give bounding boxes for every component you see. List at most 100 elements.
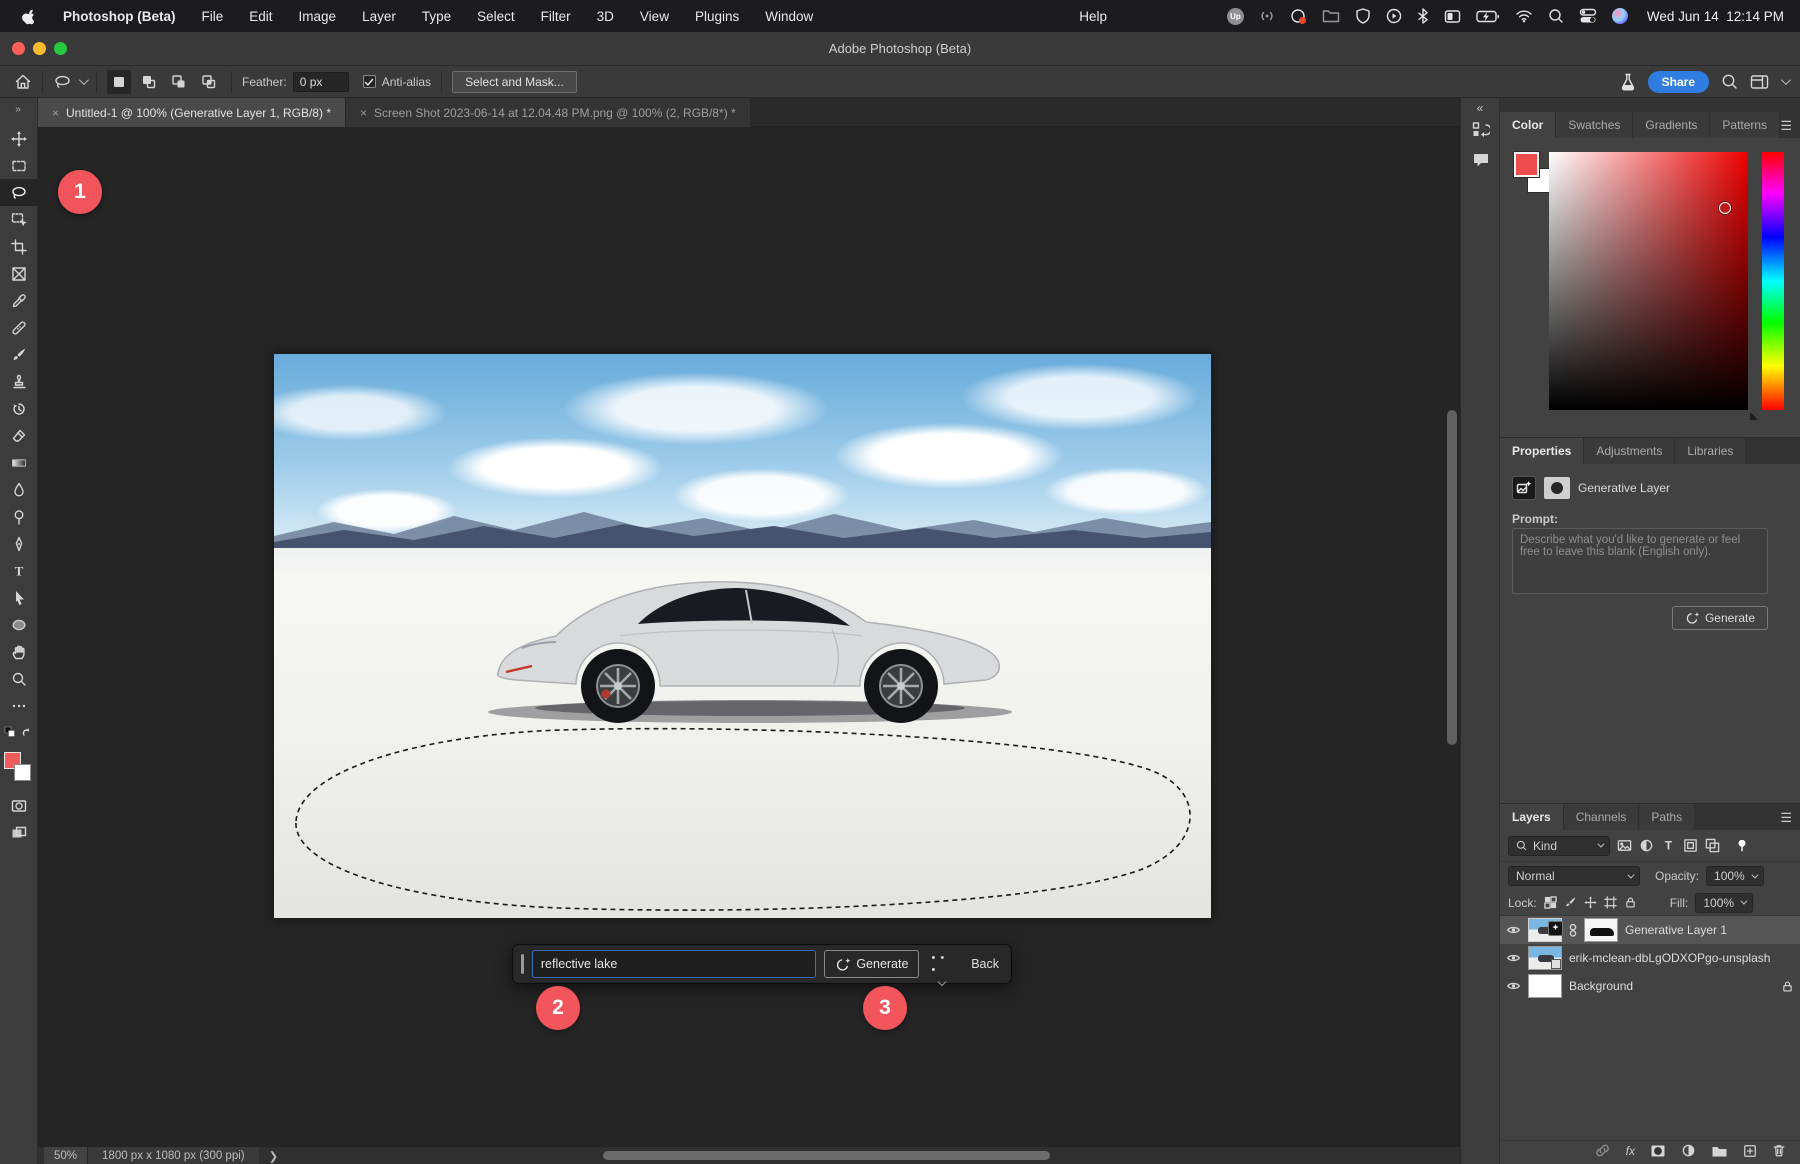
collapse-panels-icon[interactable]: « bbox=[1461, 98, 1499, 115]
battery-status-icon[interactable] bbox=[1476, 10, 1500, 23]
new-group-icon[interactable] bbox=[1711, 1144, 1728, 1158]
menu-item-3d[interactable]: 3D bbox=[597, 9, 614, 24]
toolbar-collapse-icon[interactable]: » bbox=[15, 98, 22, 125]
lock-pixels-icon[interactable] bbox=[1564, 896, 1577, 909]
properties-generate-button[interactable]: Generate bbox=[1672, 606, 1768, 630]
generative-prompt-input[interactable] bbox=[532, 950, 816, 978]
version-history-panel-icon[interactable] bbox=[1461, 115, 1501, 145]
share-button[interactable]: Share bbox=[1648, 71, 1709, 93]
visibility-eye-icon[interactable] bbox=[1506, 951, 1521, 965]
intersect-selection-mode-button[interactable] bbox=[197, 70, 221, 94]
eyedropper-tool[interactable] bbox=[0, 287, 38, 314]
tool-preset-chevron-icon[interactable] bbox=[79, 75, 89, 85]
sonar-status-icon[interactable] bbox=[1259, 8, 1275, 24]
workspace-switcher-icon[interactable] bbox=[1750, 74, 1769, 90]
frame-tool[interactable] bbox=[0, 260, 38, 287]
canvas-area[interactable]: Generate • • • Back bbox=[38, 127, 1460, 1146]
more-options-button[interactable]: • • • bbox=[927, 952, 957, 976]
move-tool[interactable] bbox=[0, 125, 38, 152]
zoom-level[interactable]: 50% bbox=[44, 1147, 88, 1164]
prompt-textarea[interactable] bbox=[1512, 528, 1768, 594]
default-colors-and-switch[interactable] bbox=[0, 719, 38, 746]
document-tab-screenshot[interactable]: × Screen Shot 2023-06-14 at 12.04.48 PM.… bbox=[346, 98, 751, 127]
blend-mode-dropdown[interactable]: Normal bbox=[1508, 866, 1640, 886]
object-selection-tool[interactable] bbox=[0, 206, 38, 233]
menu-item-view[interactable]: View bbox=[640, 9, 669, 24]
blur-tool[interactable] bbox=[0, 476, 38, 503]
control-center-icon[interactable] bbox=[1579, 8, 1597, 24]
adjustment-layer-icon[interactable] bbox=[1681, 1143, 1696, 1158]
hue-slider[interactable] bbox=[1762, 152, 1784, 410]
tab-properties[interactable]: Properties bbox=[1500, 438, 1584, 464]
tab-channels[interactable]: Channels bbox=[1564, 804, 1640, 830]
tab-color[interactable]: Color bbox=[1500, 112, 1556, 138]
layer-thumbnail[interactable] bbox=[1528, 918, 1562, 942]
back-button[interactable]: Back bbox=[971, 957, 1003, 971]
siri-icon[interactable] bbox=[1612, 8, 1628, 24]
panel-menu-icon[interactable]: ☰ bbox=[1780, 118, 1792, 134]
lock-transparency-icon[interactable] bbox=[1544, 896, 1557, 909]
zoom-tool[interactable] bbox=[0, 665, 38, 692]
folder-status-icon[interactable] bbox=[1322, 8, 1340, 24]
menu-item-help[interactable]: Help bbox=[1079, 9, 1107, 24]
filter-smart-object-icon[interactable] bbox=[1705, 838, 1720, 853]
new-layer-icon[interactable] bbox=[1743, 1144, 1757, 1158]
shield-status-icon[interactable] bbox=[1355, 8, 1371, 24]
quick-mask-mode-button[interactable] bbox=[0, 792, 38, 819]
menu-item-image[interactable]: Image bbox=[299, 9, 337, 24]
type-tool[interactable]: T bbox=[0, 557, 38, 584]
menu-item-layer[interactable]: Layer bbox=[362, 9, 396, 24]
menu-item-filter[interactable]: Filter bbox=[541, 9, 571, 24]
delete-layer-icon[interactable] bbox=[1772, 1143, 1786, 1158]
tab-patterns[interactable]: Patterns bbox=[1710, 112, 1780, 138]
crop-tool[interactable] bbox=[0, 233, 38, 260]
close-tab-icon[interactable]: × bbox=[360, 106, 367, 120]
gradient-tool[interactable] bbox=[0, 449, 38, 476]
tab-gradients[interactable]: Gradients bbox=[1633, 112, 1710, 138]
mask-link-icon[interactable] bbox=[1569, 923, 1577, 938]
wifi-status-icon[interactable] bbox=[1515, 9, 1533, 23]
tab-paths[interactable]: Paths bbox=[1639, 804, 1695, 830]
lasso-tool-preset-icon[interactable] bbox=[53, 74, 73, 90]
comments-panel-icon[interactable] bbox=[1461, 145, 1501, 175]
bluetooth-status-icon[interactable] bbox=[1417, 8, 1429, 24]
brush-tool[interactable] bbox=[0, 341, 38, 368]
apple-menu-icon[interactable] bbox=[22, 8, 37, 25]
menu-item-plugins[interactable]: Plugins bbox=[695, 9, 739, 24]
status-chevron-icon[interactable]: ❯ bbox=[269, 1149, 279, 1163]
up-status-icon[interactable]: Up bbox=[1227, 8, 1244, 25]
play-circle-status-icon[interactable] bbox=[1386, 8, 1402, 24]
lock-all-icon[interactable] bbox=[1624, 896, 1637, 909]
tab-adjustments[interactable]: Adjustments bbox=[1584, 438, 1675, 464]
spot-healing-brush-tool[interactable] bbox=[0, 314, 38, 341]
foreground-color-swatch[interactable] bbox=[1514, 152, 1539, 177]
menu-item-edit[interactable]: Edit bbox=[249, 9, 272, 24]
layer-row-generative[interactable]: Generative Layer 1 bbox=[1500, 916, 1800, 944]
history-brush-tool[interactable] bbox=[0, 395, 38, 422]
panel-menu-icon[interactable]: ☰ bbox=[1780, 810, 1792, 826]
more-tools-button[interactable] bbox=[0, 692, 38, 719]
home-icon[interactable] bbox=[14, 73, 32, 91]
layer-mask-thumbnail[interactable] bbox=[1584, 918, 1618, 942]
feather-input[interactable] bbox=[293, 72, 349, 92]
visibility-eye-icon[interactable] bbox=[1506, 923, 1521, 937]
visibility-eye-icon[interactable] bbox=[1506, 979, 1521, 993]
color-picker-handle[interactable] bbox=[1719, 202, 1731, 214]
window-manager-status-icon[interactable] bbox=[1444, 9, 1461, 24]
layer-thumbnail[interactable] bbox=[1528, 946, 1562, 970]
opacity-value-dropdown[interactable]: 100% bbox=[1706, 866, 1764, 886]
vertical-scrollbar[interactable] bbox=[1447, 410, 1457, 745]
filter-adjustment-icon[interactable] bbox=[1639, 838, 1654, 853]
link-layers-icon[interactable] bbox=[1594, 1143, 1611, 1158]
layer-mask-thumbnail[interactable] bbox=[1544, 477, 1570, 499]
screen-mode-button[interactable] bbox=[0, 819, 38, 846]
path-selection-tool[interactable] bbox=[0, 584, 38, 611]
add-to-selection-mode-button[interactable] bbox=[137, 70, 161, 94]
select-and-mask-button[interactable]: Select and Mask... bbox=[452, 71, 577, 93]
shape-tool[interactable] bbox=[0, 611, 38, 638]
menu-bar-clock[interactable]: Wed Jun 14 12:14 PM bbox=[1647, 9, 1784, 24]
fill-value-dropdown[interactable]: 100% bbox=[1695, 893, 1753, 913]
new-selection-mode-button[interactable] bbox=[107, 70, 131, 94]
menu-item-file[interactable]: File bbox=[202, 9, 224, 24]
filter-shape-icon[interactable] bbox=[1683, 838, 1698, 853]
